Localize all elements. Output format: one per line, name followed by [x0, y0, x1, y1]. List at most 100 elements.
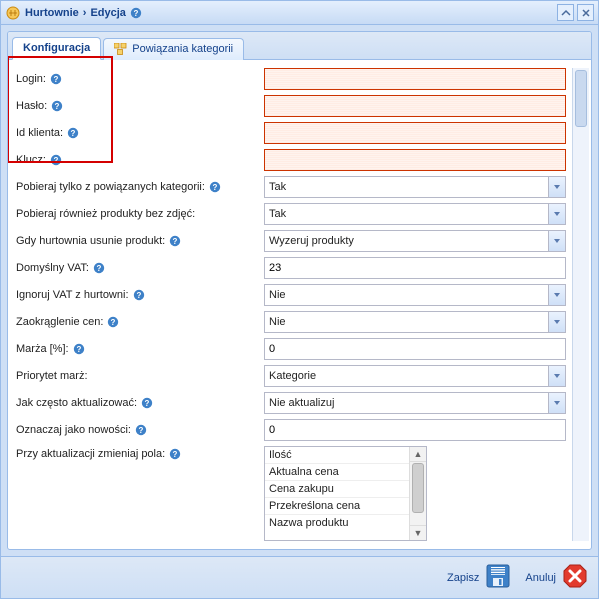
label-client-id: Id klienta:	[16, 127, 63, 139]
chevron-down-icon[interactable]	[548, 365, 566, 387]
scroll-thumb[interactable]	[412, 463, 424, 513]
help-icon[interactable]: ?	[107, 316, 119, 328]
password-input[interactable]	[264, 95, 566, 117]
list-item[interactable]: Nazwa produktu	[265, 515, 409, 531]
save-label: Zapisz	[447, 572, 479, 584]
help-icon[interactable]: ?	[169, 448, 181, 460]
chevron-down-icon[interactable]	[548, 311, 566, 333]
login-input[interactable]	[264, 68, 566, 90]
svg-text:?: ?	[173, 237, 178, 246]
breadcrumb-part2: Edycja	[90, 7, 125, 19]
help-icon[interactable]: ?	[50, 154, 62, 166]
svg-text:?: ?	[76, 345, 81, 354]
help-icon[interactable]: ?	[209, 181, 221, 193]
tab-config[interactable]: Konfiguracja	[12, 37, 101, 60]
row-margin-priority: Priorytet marż: Kategorie	[16, 365, 566, 387]
help-icon[interactable]: ?	[135, 424, 147, 436]
row-on-remove: Gdy hurtownia usunie produkt: ? Wyzeruj …	[16, 230, 566, 252]
help-icon[interactable]: ?	[133, 289, 145, 301]
row-client-id: Id klienta: ?	[16, 122, 566, 144]
mark-new-input[interactable]	[264, 419, 566, 441]
help-icon[interactable]: ?	[93, 262, 105, 274]
help-icon[interactable]: ?	[130, 7, 142, 19]
svg-text:?: ?	[55, 102, 60, 111]
row-password: Hasło: ?	[16, 95, 566, 117]
label-margin-priority: Priorytet marż:	[16, 370, 88, 382]
window: Hurtownie › Edycja ? Konfiguracja	[0, 0, 599, 599]
tab-config-label: Konfiguracja	[23, 42, 90, 54]
help-icon[interactable]: ?	[67, 127, 79, 139]
tab-body: Login: ? Hasło: ?	[8, 60, 591, 549]
label-login: Login:	[16, 73, 46, 85]
breadcrumb-separator: ›	[83, 7, 87, 19]
list-item[interactable]: Cena zakupu	[265, 481, 409, 498]
chevron-down-icon[interactable]	[548, 230, 566, 252]
chevron-down-icon[interactable]	[548, 284, 566, 306]
update-fields-multiselect[interactable]: Ilość Aktualna cena Cena zakupu Przekreś…	[264, 446, 427, 541]
multiselect-scrollbar[interactable]: ▲ ▼	[409, 447, 426, 540]
form: Login: ? Hasło: ?	[16, 68, 572, 541]
no-photos-value: Tak	[264, 203, 548, 225]
chevron-down-icon[interactable]	[548, 203, 566, 225]
row-default-vat: Domyślny VAT: ?	[16, 257, 566, 279]
label-default-vat: Domyślny VAT:	[16, 262, 89, 274]
on-remove-value: Wyzeruj produkty	[264, 230, 548, 252]
margin-input[interactable]	[264, 338, 566, 360]
row-round-prices: Zaokrąglenie cen: ? Nie	[16, 311, 566, 333]
help-icon[interactable]: ?	[141, 397, 153, 409]
client-id-input[interactable]	[264, 122, 566, 144]
list-item[interactable]: Przekreślona cena	[265, 498, 409, 515]
save-icon	[485, 563, 511, 592]
default-vat-input[interactable]	[264, 257, 566, 279]
close-button[interactable]	[577, 4, 594, 21]
app-icon	[5, 5, 21, 21]
breadcrumb-part1: Hurtownie	[25, 7, 79, 19]
svg-text:?: ?	[133, 9, 138, 18]
chevron-down-icon[interactable]	[548, 392, 566, 414]
ignore-vat-select[interactable]: Nie	[264, 284, 566, 306]
label-only-linked: Pobieraj tylko z powiązanych kategorii:	[16, 181, 205, 193]
label-key: Klucz:	[16, 154, 46, 166]
row-no-photos: Pobieraj również produkty bez zdjęć: Tak	[16, 203, 566, 225]
label-update-fields: Przy aktualizacji zmieniaj pola:	[16, 448, 165, 460]
no-photos-select[interactable]: Tak	[264, 203, 566, 225]
margin-priority-value: Kategorie	[264, 365, 548, 387]
help-icon[interactable]: ?	[169, 235, 181, 247]
only-linked-value: Tak	[264, 176, 548, 198]
help-icon[interactable]: ?	[51, 100, 63, 112]
cancel-button[interactable]: Anuluj	[525, 563, 588, 592]
tab-category-links-label: Powiązania kategorii	[132, 43, 233, 55]
scroll-down-icon[interactable]: ▼	[410, 525, 426, 540]
label-on-remove: Gdy hurtownia usunie produkt:	[16, 235, 165, 247]
list-item[interactable]: Ilość	[265, 447, 409, 464]
chevron-down-icon[interactable]	[548, 176, 566, 198]
svg-text:?: ?	[173, 450, 178, 459]
footer: Zapisz Anuluj	[1, 556, 598, 598]
cancel-icon	[562, 563, 588, 592]
scroll-up-icon[interactable]: ▲	[410, 447, 426, 462]
row-only-linked: Pobieraj tylko z powiązanych kategorii: …	[16, 176, 566, 198]
label-mark-new: Oznaczaj jako nowości:	[16, 424, 131, 436]
svg-text:?: ?	[139, 426, 144, 435]
key-input[interactable]	[264, 149, 566, 171]
row-ignore-vat: Ignoruj VAT z hurtowni: ? Nie	[16, 284, 566, 306]
round-prices-select[interactable]: Nie	[264, 311, 566, 333]
on-remove-select[interactable]: Wyzeruj produkty	[264, 230, 566, 252]
round-prices-value: Nie	[264, 311, 548, 333]
content: Konfiguracja Powiązania kategorii	[1, 25, 598, 556]
scroll-thumb[interactable]	[575, 70, 587, 127]
tab-category-links[interactable]: Powiązania kategorii	[103, 38, 244, 60]
label-round-prices: Zaokrąglenie cen:	[16, 316, 103, 328]
cancel-label: Anuluj	[525, 572, 556, 584]
margin-priority-select[interactable]: Kategorie	[264, 365, 566, 387]
collapse-button[interactable]	[557, 4, 574, 21]
svg-text:?: ?	[111, 318, 116, 327]
save-button[interactable]: Zapisz	[447, 563, 511, 592]
only-linked-select[interactable]: Tak	[264, 176, 566, 198]
panel-scrollbar[interactable]	[572, 68, 589, 541]
svg-text:?: ?	[136, 291, 141, 300]
list-item[interactable]: Aktualna cena	[265, 464, 409, 481]
help-icon[interactable]: ?	[50, 73, 62, 85]
help-icon[interactable]: ?	[73, 343, 85, 355]
update-freq-select[interactable]: Nie aktualizuj	[264, 392, 566, 414]
